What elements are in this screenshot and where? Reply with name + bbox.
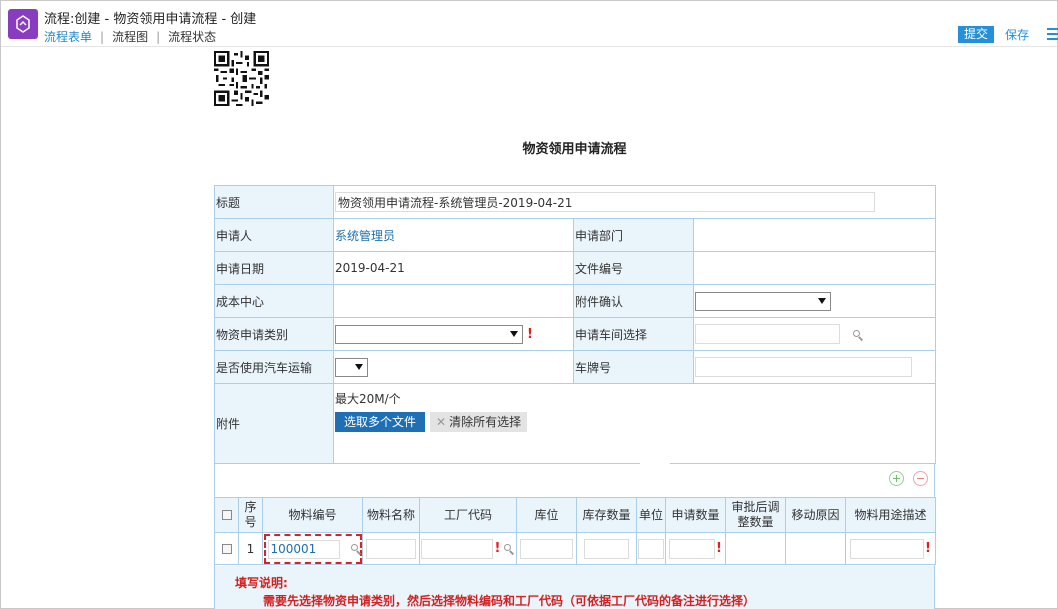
col-header: 物料编号 bbox=[262, 497, 363, 533]
col-header: 审批后调整数量 bbox=[725, 497, 786, 533]
material-code-field[interactable]: 100001 bbox=[263, 533, 362, 564]
doc-no-value bbox=[693, 251, 936, 285]
search-icon[interactable] bbox=[852, 329, 864, 341]
tab-bar: 流程表单 | 流程图 | 流程状态 bbox=[44, 28, 216, 45]
workflow-icon bbox=[8, 9, 38, 39]
instructions-box: 填写说明: 需要先选择物资申请类别，然后选择物料编码和工厂代码（可依据工厂代码的… bbox=[214, 566, 935, 609]
dept-label: 申请部门 bbox=[573, 218, 694, 252]
tab-separator: | bbox=[100, 30, 105, 44]
tab-separator: | bbox=[156, 30, 161, 44]
instructions-text: 需要先选择物资申请类别，然后选择物料编码和工厂代码（可依据工厂代码的备注进行选择… bbox=[263, 594, 756, 608]
attachment-label: 附件 bbox=[214, 383, 334, 464]
col-header: 库位 bbox=[516, 497, 577, 533]
detail-table: 序号 物料编号 物料名称 工厂代码 库位 库存数量 单位 申请数量 审批后调整数… bbox=[214, 497, 936, 565]
cost-center-label: 成本中心 bbox=[214, 284, 334, 318]
plate-input[interactable] bbox=[695, 357, 912, 377]
stock-qty-input[interactable] bbox=[584, 538, 629, 559]
title-input[interactable] bbox=[335, 192, 875, 212]
location-input[interactable] bbox=[520, 538, 573, 559]
upload-files-button[interactable]: 选取多个文件 bbox=[335, 412, 426, 432]
use-car-select[interactable] bbox=[335, 357, 368, 377]
material-category-label: 物资申请类别 bbox=[214, 317, 334, 351]
table-row: 1 100001 ! ! ! bbox=[214, 532, 936, 565]
detail-toolbar bbox=[215, 463, 934, 497]
date-label: 申请日期 bbox=[214, 251, 334, 285]
chevron-down-icon bbox=[510, 330, 518, 337]
dept-value bbox=[693, 218, 936, 252]
form-title: 物资领用申请流程 bbox=[522, 142, 627, 157]
use-car-label: 是否使用汽车运输 bbox=[214, 350, 334, 384]
material-code-value[interactable]: 100001 bbox=[267, 539, 340, 559]
material-category-select[interactable] bbox=[335, 324, 523, 344]
main-form-table: 标题 申请人 系统管理员 申请部门 申请日期 2019-04-21 文件编号 成… bbox=[214, 185, 936, 464]
submit-button[interactable]: 提交 bbox=[958, 26, 995, 43]
row-index: 1 bbox=[238, 532, 263, 565]
required-mark: ! bbox=[925, 541, 931, 556]
instructions-heading: 填写说明: bbox=[235, 576, 288, 590]
workshop-label: 申请车间选择 bbox=[573, 317, 694, 351]
adjusted-qty-cell bbox=[725, 532, 786, 565]
col-header: 库存数量 bbox=[576, 497, 637, 533]
workshop-input[interactable] bbox=[695, 324, 840, 344]
remove-row-icon[interactable] bbox=[913, 471, 928, 486]
page-title: 流程:创建 - 物资领用申请流程 - 创建 bbox=[44, 12, 257, 27]
search-icon[interactable] bbox=[350, 543, 362, 555]
factory-code-input[interactable] bbox=[420, 538, 493, 559]
move-reason-cell bbox=[785, 532, 846, 565]
clear-selection-label: 清除所有选择 bbox=[449, 415, 522, 429]
required-mark: ! bbox=[527, 326, 533, 342]
request-qty-input[interactable] bbox=[669, 538, 716, 559]
col-header: 序号 bbox=[238, 497, 263, 533]
header-bar: 流程:创建 - 物资领用申请流程 - 创建 流程表单 | 流程图 | 流程状态 提交 保… bbox=[1, 1, 1058, 47]
usage-desc-input[interactable] bbox=[850, 538, 925, 559]
required-mark: ! bbox=[716, 541, 722, 556]
col-header: 物料名称 bbox=[362, 497, 420, 533]
required-mark: ! bbox=[494, 541, 501, 556]
row-checkbox[interactable] bbox=[221, 544, 232, 554]
clear-selection-button[interactable]: ✕ 清除所有选择 bbox=[430, 412, 528, 432]
chevron-down-icon bbox=[355, 363, 363, 370]
attach-confirm-select[interactable] bbox=[695, 291, 831, 311]
tab-flowchart[interactable]: 流程图 bbox=[112, 28, 148, 45]
select-all-checkbox[interactable] bbox=[221, 510, 232, 520]
col-header: 单位 bbox=[636, 497, 666, 533]
tab-form[interactable]: 流程表单 bbox=[44, 28, 92, 45]
col-header: 物料用途描述 bbox=[845, 497, 936, 533]
add-row-icon[interactable] bbox=[889, 471, 904, 486]
save-button[interactable]: 保存 bbox=[998, 26, 1037, 43]
tab-status[interactable]: 流程状态 bbox=[168, 28, 216, 45]
attachment-limit: 最大20M/个 bbox=[335, 392, 401, 406]
col-header: 申请数量 bbox=[665, 497, 726, 533]
col-header: 工厂代码 bbox=[419, 497, 517, 533]
attach-confirm-label: 附件确认 bbox=[573, 284, 694, 318]
date-value: 2019-04-21 bbox=[333, 251, 574, 285]
unit-input[interactable] bbox=[638, 538, 664, 559]
list-menu-icon[interactable] bbox=[1047, 28, 1058, 40]
close-icon: ✕ bbox=[436, 415, 447, 429]
applicant-value: 系统管理员 bbox=[333, 218, 574, 252]
plate-label: 车牌号 bbox=[573, 350, 694, 384]
qr-code-icon bbox=[214, 51, 269, 106]
material-name-input[interactable] bbox=[366, 538, 416, 559]
chevron-down-icon bbox=[818, 297, 826, 304]
doc-no-label: 文件编号 bbox=[573, 251, 694, 285]
title-label: 标题 bbox=[214, 185, 334, 219]
search-icon[interactable] bbox=[503, 543, 515, 555]
col-header: 移动原因 bbox=[785, 497, 846, 533]
applicant-label: 申请人 bbox=[214, 218, 334, 252]
cost-center-value bbox=[333, 284, 574, 318]
